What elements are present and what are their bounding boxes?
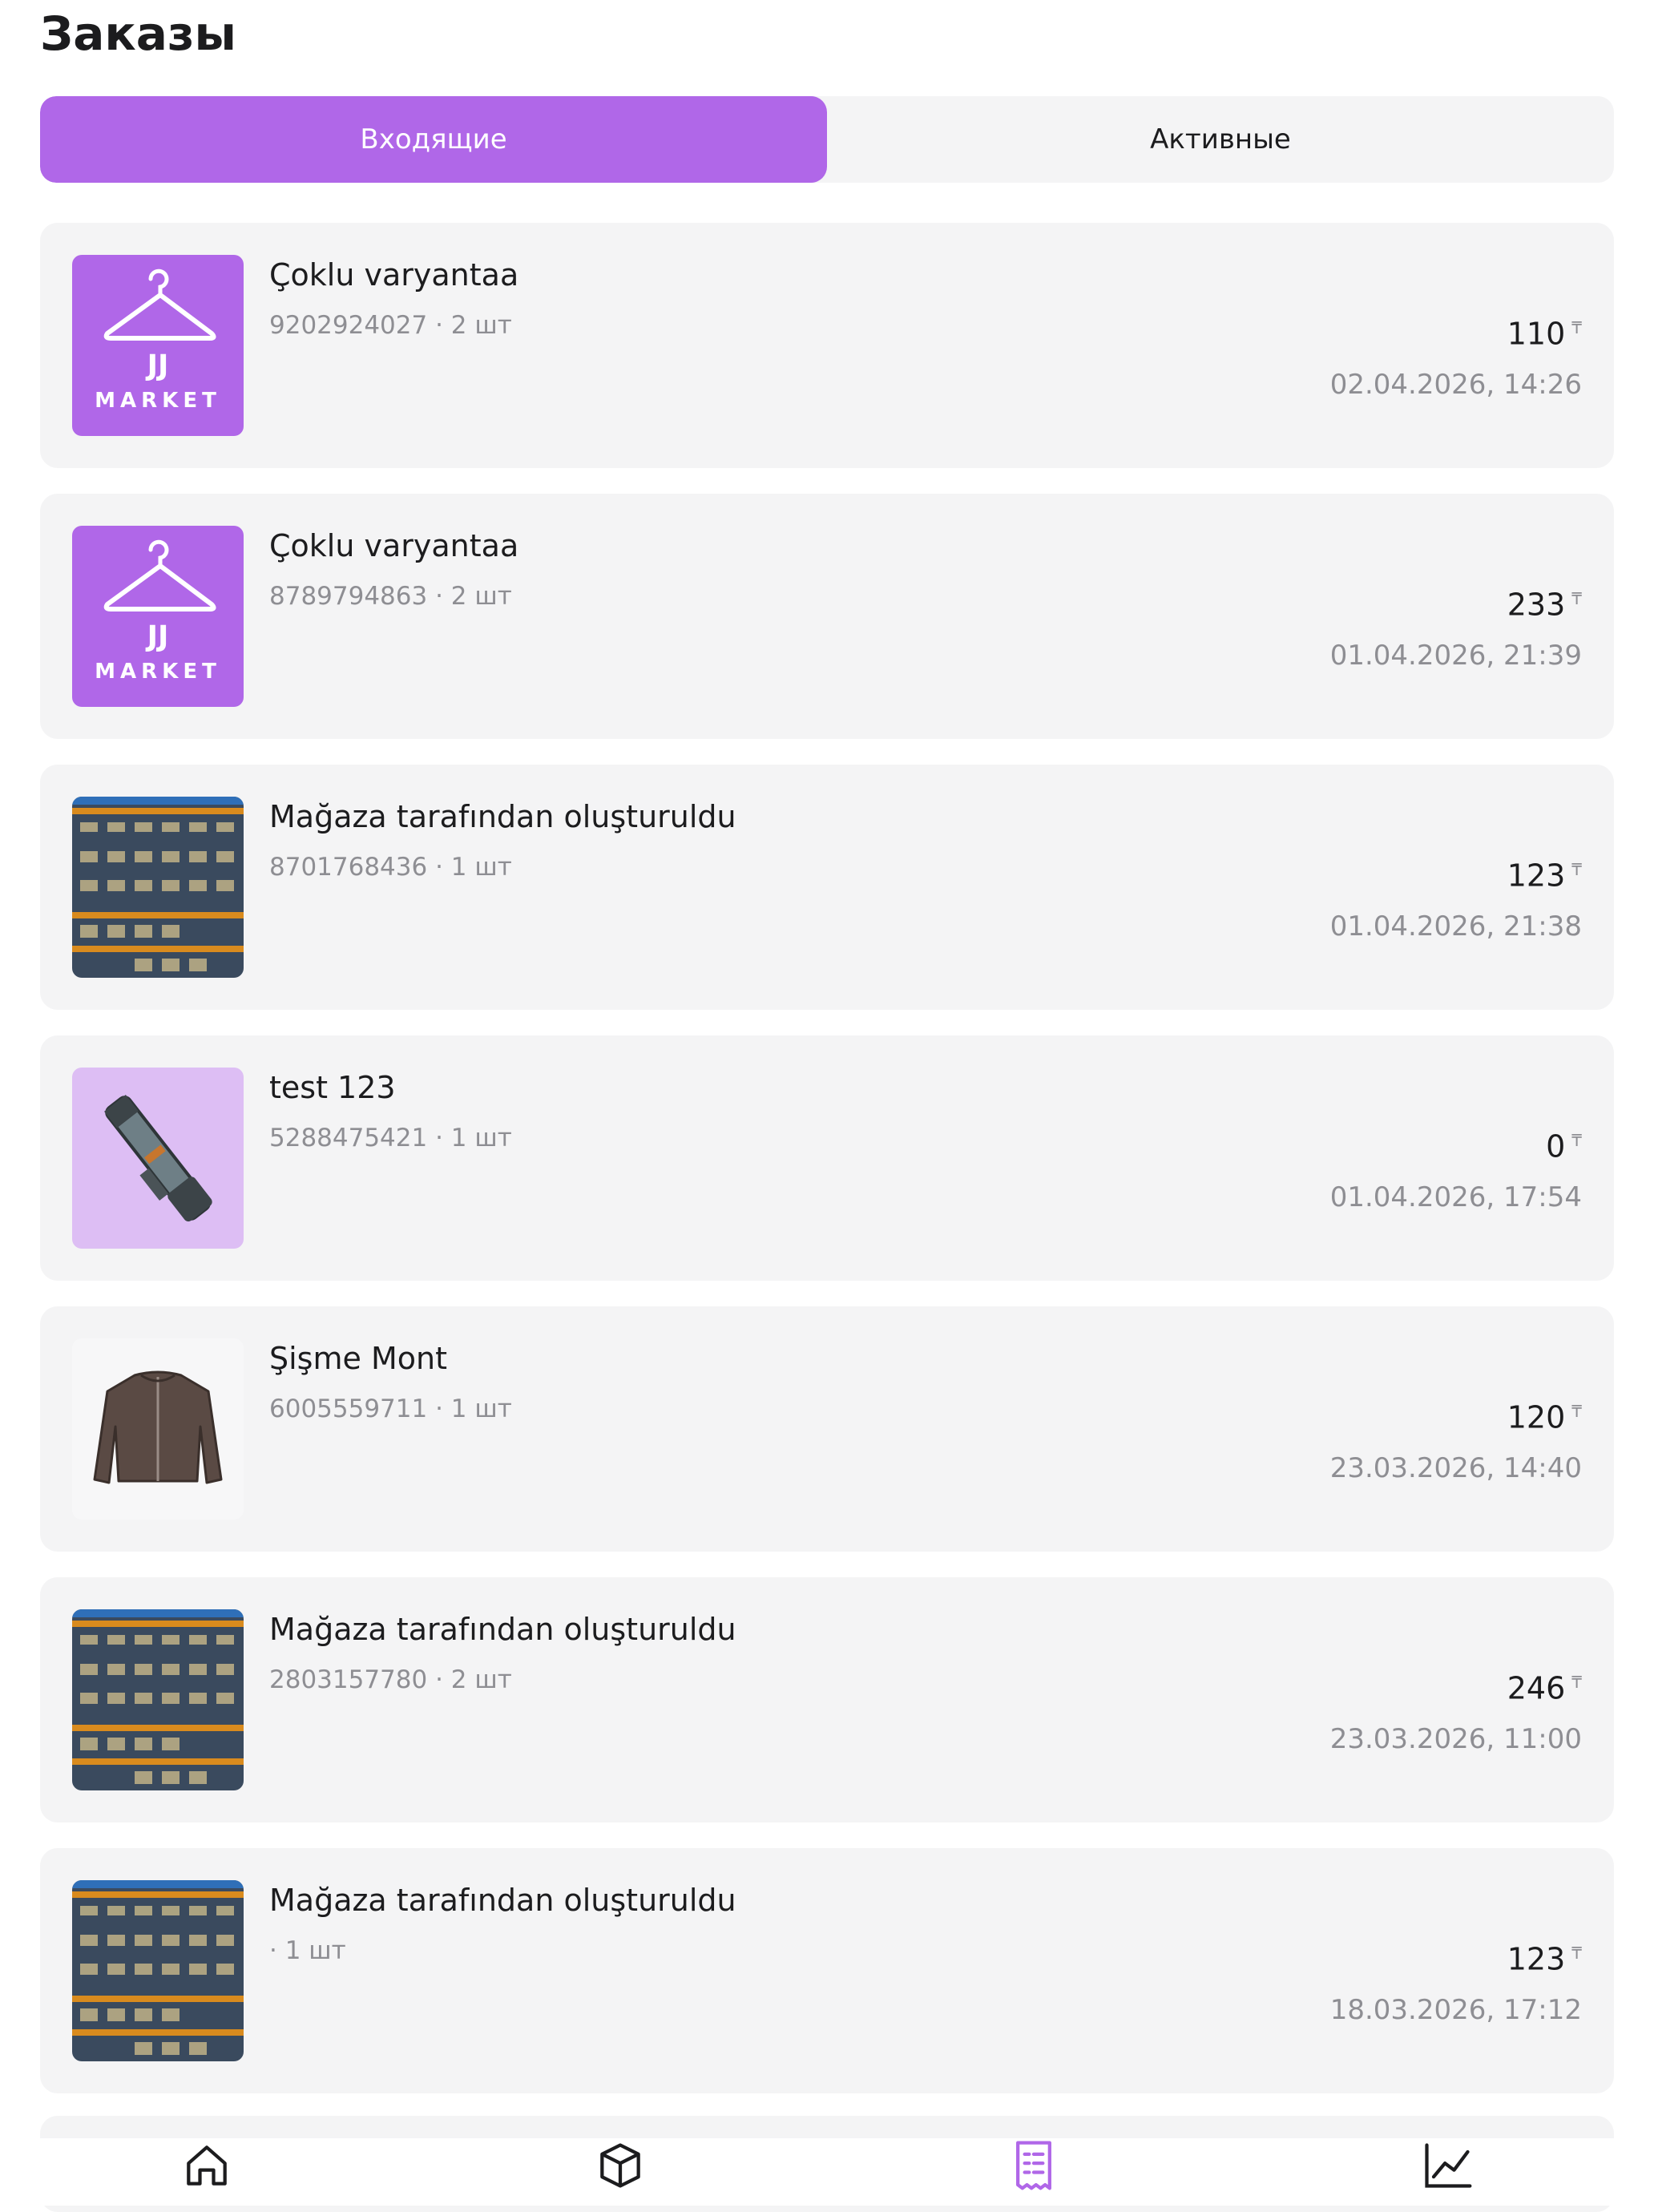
currency-symbol: ₸: [1571, 1131, 1582, 1150]
tab-incoming[interactable]: Входящие: [40, 96, 827, 183]
logo-top-text: JJ: [145, 620, 169, 653]
order-title: Çoklu varyantaa: [269, 528, 519, 563]
order-title: Mağaza tarafından oluşturuldu: [269, 799, 736, 834]
order-date: 01.04.2026, 17:54: [1329, 1181, 1582, 1213]
tabbar-products[interactable]: [572, 2138, 668, 2206]
order-title: Şişme Mont: [269, 1341, 447, 1376]
currency-symbol: ₸: [1571, 1944, 1582, 1963]
order-price-value: 123: [1507, 1941, 1566, 1977]
order-price: 123 ₸: [1507, 850, 1582, 896]
box-icon: [600, 2143, 640, 2188]
currency-symbol: ₸: [1571, 318, 1582, 337]
order-meta: 8701768436 · 1 шт: [269, 853, 512, 882]
tab-active[interactable]: Активные: [827, 96, 1614, 183]
analytics-chart-icon: [1425, 2143, 1472, 2188]
order-card[interactable]: Mağaza tarafından oluşturuldu 8701768436…: [40, 765, 1614, 1010]
order-price: 120 ₸: [1507, 1391, 1582, 1438]
order-card[interactable]: Mağaza tarafından oluşturuldu · 1 шт 123…: [40, 1848, 1614, 2093]
order-price-value: 123: [1507, 858, 1566, 894]
currency-symbol: ₸: [1571, 589, 1582, 608]
tabbar-home[interactable]: [159, 2138, 255, 2206]
order-price: 246 ₸: [1507, 1662, 1582, 1709]
launcher-item-image: [72, 1068, 244, 1249]
order-card[interactable]: Mağaza tarafından oluşturuldu 2803157780…: [40, 1577, 1614, 1822]
logo-top-text: JJ: [145, 349, 169, 382]
order-price: 123 ₸: [1507, 1933, 1582, 1980]
order-price-value: 110: [1507, 316, 1566, 352]
home-icon: [187, 2145, 227, 2186]
page-title: Заказы: [40, 6, 236, 61]
order-card[interactable]: test 123 5288475421 · 1 шт 0 ₸ 01.04.2026…: [40, 1035, 1614, 1281]
jacket-image: [72, 1338, 244, 1520]
orders-tabs: Входящие Активные: [40, 96, 1614, 183]
currency-symbol: ₸: [1571, 1402, 1582, 1421]
order-price-value: 0: [1546, 1128, 1566, 1165]
order-date: 02.04.2026, 14:26: [1329, 369, 1582, 401]
order-title: test 123: [269, 1070, 396, 1105]
order-card[interactable]: JJ MARKET Çoklu varyantaa 9202924027 · 2…: [40, 223, 1614, 468]
order-meta: 9202924027 · 2 шт: [269, 311, 512, 340]
order-date: 23.03.2026, 14:40: [1329, 1452, 1582, 1484]
jj-market-logo-image: JJ MARKET: [72, 526, 244, 707]
order-meta: · 1 шт: [269, 1936, 346, 1965]
tabbar-analytics[interactable]: [1399, 2138, 1495, 2206]
tabbar-orders[interactable]: [986, 2138, 1082, 2206]
logo-bottom-text: MARKET: [95, 660, 221, 684]
order-date: 23.03.2026, 11:00: [1329, 1723, 1582, 1755]
order-card[interactable]: Şişme Mont 6005559711 · 1 шт 120 ₸ 23.03.…: [40, 1306, 1614, 1552]
weapons-grid-image: [72, 1609, 244, 1790]
logo-bottom-text: MARKET: [95, 389, 221, 413]
currency-symbol: ₸: [1571, 1673, 1582, 1692]
order-title: Mağaza tarafından oluşturuldu: [269, 1883, 736, 1918]
order-price: 110 ₸: [1507, 308, 1582, 354]
order-date: 01.04.2026, 21:39: [1329, 640, 1582, 672]
order-card[interactable]: JJ MARKET Çoklu varyantaa 8789794863 · 2…: [40, 494, 1614, 739]
order-date: 01.04.2026, 21:38: [1329, 910, 1582, 943]
order-price: 233 ₸: [1507, 579, 1582, 625]
order-price: 0 ₸: [1546, 1120, 1582, 1167]
currency-symbol: ₸: [1571, 860, 1582, 879]
jj-market-logo-image: JJ MARKET: [72, 255, 244, 436]
order-price-value: 120: [1507, 1399, 1566, 1435]
orders-receipt-icon: [1016, 2141, 1051, 2190]
order-meta: 8789794863 · 2 шт: [269, 582, 512, 611]
weapons-grid-image: [72, 797, 244, 978]
bottom-tab-bar: [0, 2138, 1654, 2206]
order-meta: 6005559711 · 1 шт: [269, 1395, 512, 1423]
order-meta: 2803157780 · 2 шт: [269, 1665, 512, 1694]
order-meta: 5288475421 · 1 шт: [269, 1124, 512, 1152]
order-date: 18.03.2026, 17:12: [1329, 1994, 1582, 2026]
order-price-value: 246: [1507, 1670, 1566, 1706]
order-price-value: 233: [1507, 587, 1566, 623]
order-title: Mağaza tarafından oluşturuldu: [269, 1612, 736, 1647]
order-title: Çoklu varyantaa: [269, 257, 519, 293]
weapons-grid-image: [72, 1880, 244, 2061]
